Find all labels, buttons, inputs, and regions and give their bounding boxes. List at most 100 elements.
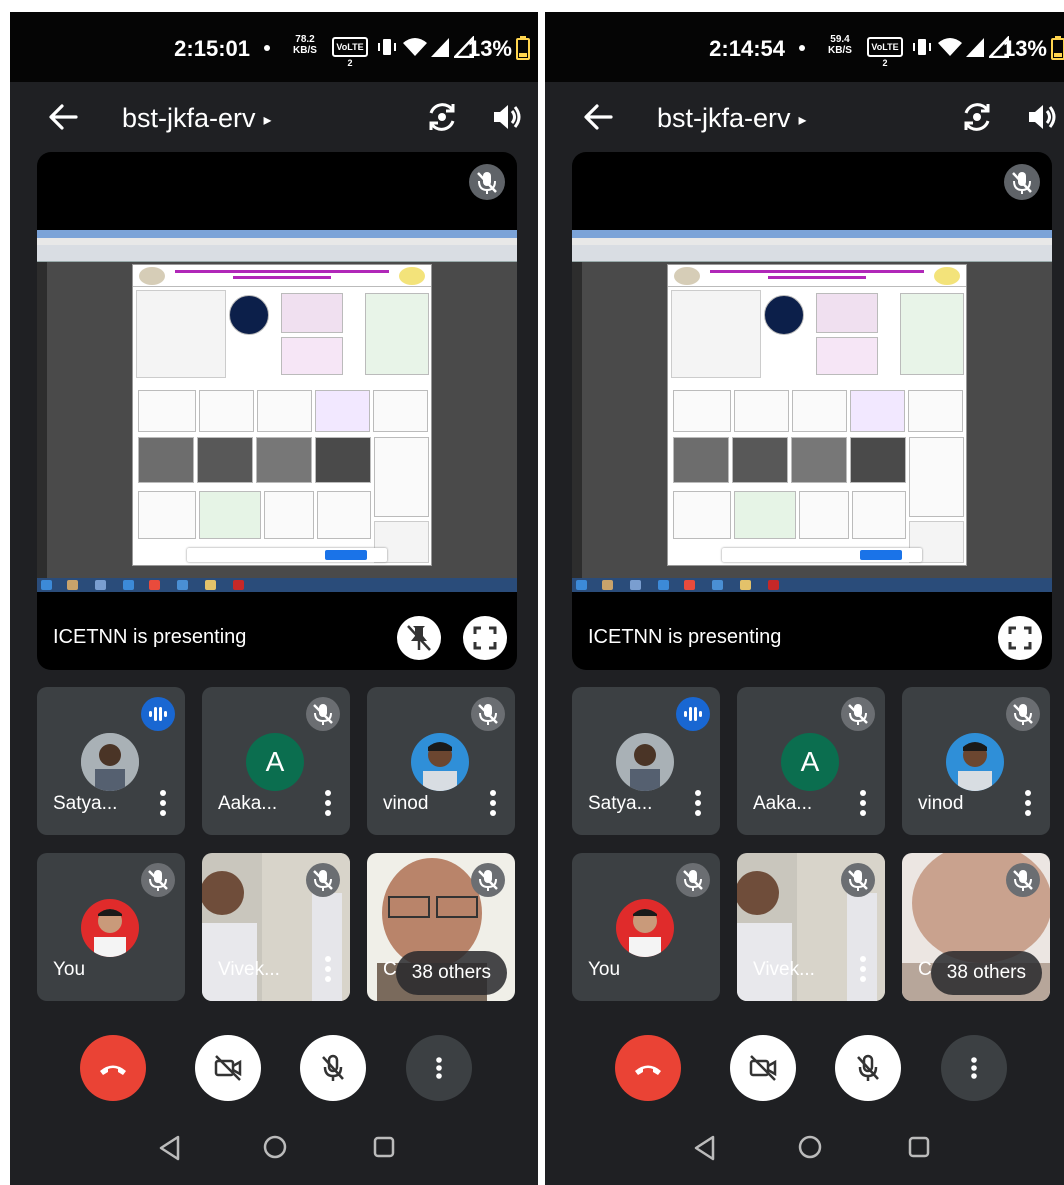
- participant-tile[interactable]: C 38 others: [367, 853, 515, 1001]
- network-speed: 59.4 KB/S: [828, 34, 852, 56]
- participant-tile[interactable]: Satya...: [37, 687, 185, 835]
- more-vert-icon: [436, 1057, 442, 1079]
- window-toolbar: [37, 245, 517, 262]
- wifi-icon: [403, 38, 427, 56]
- speaker-icon[interactable]: [488, 99, 524, 135]
- presentation-tile[interactable]: ICETNN is presenting: [37, 152, 517, 670]
- poster-header: [133, 265, 431, 287]
- poster-sem-image: [673, 437, 729, 483]
- unpin-button[interactable]: [397, 616, 441, 660]
- more-vert-icon: [971, 1057, 977, 1079]
- more-options-button[interactable]: [941, 1035, 1007, 1101]
- battery-percent: 13%: [467, 36, 512, 61]
- mic-off-icon: [469, 164, 505, 200]
- poster-abstract: [671, 290, 761, 378]
- speaker-icon[interactable]: [1023, 99, 1059, 135]
- participant-tile[interactable]: Vivek...: [737, 853, 885, 1001]
- participant-tile[interactable]: vinod: [902, 687, 1050, 835]
- window-toolbar: [572, 245, 1052, 262]
- participant-name: Aaka...: [218, 793, 278, 814]
- mic-off-icon: [322, 1054, 344, 1081]
- presenting-label: ICETNN is presenting: [588, 626, 782, 648]
- participant-tile[interactable]: A Aaka...: [202, 687, 350, 835]
- mic-off-icon: [141, 863, 175, 897]
- vibrate-icon: [913, 39, 931, 55]
- participant-tile-self[interactable]: You: [572, 853, 720, 1001]
- participant-tile-self[interactable]: You: [37, 853, 185, 1001]
- more-vert-icon[interactable]: [159, 789, 167, 817]
- participant-name: vinod: [383, 793, 429, 814]
- participant-tile[interactable]: Satya...: [572, 687, 720, 835]
- poster-abstract: [136, 290, 226, 378]
- nav-home-icon[interactable]: [262, 1134, 288, 1160]
- more-vert-icon[interactable]: [694, 789, 702, 817]
- audio-wave-icon: [676, 697, 710, 731]
- participant-name: C: [918, 959, 932, 980]
- window-menubar: [37, 238, 517, 245]
- back-arrow-icon[interactable]: [46, 100, 80, 134]
- meeting-code[interactable]: bst-jkfa-erv ▸: [657, 103, 807, 134]
- back-arrow-icon[interactable]: [581, 100, 615, 134]
- fullscreen-button[interactable]: [463, 616, 507, 660]
- camera-toggle-button[interactable]: [730, 1035, 796, 1101]
- camera-rotate-icon[interactable]: [424, 99, 460, 135]
- windows-taskbar: [37, 578, 517, 592]
- mic-toggle-button[interactable]: [300, 1035, 366, 1101]
- poster-bar-chart: [199, 491, 261, 539]
- poster-sem-image: [256, 437, 312, 483]
- more-vert-icon[interactable]: [859, 955, 867, 983]
- poster-sem-image: [732, 437, 788, 483]
- participant-tile[interactable]: Vivek...: [202, 853, 350, 1001]
- more-vert-icon[interactable]: [324, 955, 332, 983]
- avatar: [81, 899, 139, 957]
- more-vert-icon[interactable]: [324, 789, 332, 817]
- screen-share-banner: [187, 548, 387, 562]
- mic-off-icon: [676, 863, 710, 897]
- document-sidebar: [37, 262, 47, 578]
- mic-off-icon: [306, 863, 340, 897]
- mic-off-icon: [471, 863, 505, 897]
- others-count-button[interactable]: 38 others: [395, 951, 507, 995]
- fullscreen-button[interactable]: [998, 616, 1042, 660]
- status-time: 2:14:54: [709, 36, 785, 61]
- participant-name: Vivek...: [753, 959, 815, 980]
- caret-right-icon: ▸: [263, 111, 272, 129]
- poster-figure: [229, 295, 269, 335]
- end-call-button[interactable]: [80, 1035, 146, 1101]
- camera-toggle-button[interactable]: [195, 1035, 261, 1101]
- mic-off-icon: [306, 697, 340, 731]
- participant-name: Vivek...: [218, 959, 280, 980]
- window-titlebar: [572, 230, 1052, 238]
- avatar: A: [246, 733, 304, 791]
- poster-sem-image: [197, 437, 253, 483]
- more-options-button[interactable]: [406, 1035, 472, 1101]
- participant-tile[interactable]: C 38 others: [902, 853, 1050, 1001]
- presentation-tile[interactable]: ICETNN is presenting: [572, 152, 1052, 670]
- mic-off-icon: [1004, 164, 1040, 200]
- more-vert-icon[interactable]: [859, 789, 867, 817]
- nav-back-icon[interactable]: [693, 1135, 717, 1161]
- poster-chart: [734, 390, 789, 432]
- meeting-code[interactable]: bst-jkfa-erv ▸: [122, 103, 272, 134]
- status-bar: 2:14:54 59.4 KB/S VoLTE 2 13%: [545, 12, 1064, 82]
- more-vert-icon[interactable]: [489, 789, 497, 817]
- notification-dot-icon: [264, 45, 270, 51]
- document-sidebar: [572, 262, 582, 578]
- poster-chart: [908, 390, 963, 432]
- participant-tile[interactable]: vinod: [367, 687, 515, 835]
- nav-back-icon[interactable]: [158, 1135, 182, 1161]
- mic-off-icon: [1006, 863, 1040, 897]
- stop-sharing-button: [325, 550, 367, 560]
- nav-recents-icon[interactable]: [372, 1135, 396, 1159]
- camera-rotate-icon[interactable]: [959, 99, 995, 135]
- nav-recents-icon[interactable]: [907, 1135, 931, 1159]
- others-count-button[interactable]: 38 others: [930, 951, 1042, 995]
- more-vert-icon[interactable]: [1024, 789, 1032, 817]
- nav-home-icon[interactable]: [797, 1134, 823, 1160]
- participant-tile[interactable]: A Aaka...: [737, 687, 885, 835]
- institute-logo: [139, 267, 165, 285]
- poster-chart: [852, 491, 906, 539]
- poster-figure: [816, 337, 878, 375]
- mic-toggle-button[interactable]: [835, 1035, 901, 1101]
- end-call-button[interactable]: [615, 1035, 681, 1101]
